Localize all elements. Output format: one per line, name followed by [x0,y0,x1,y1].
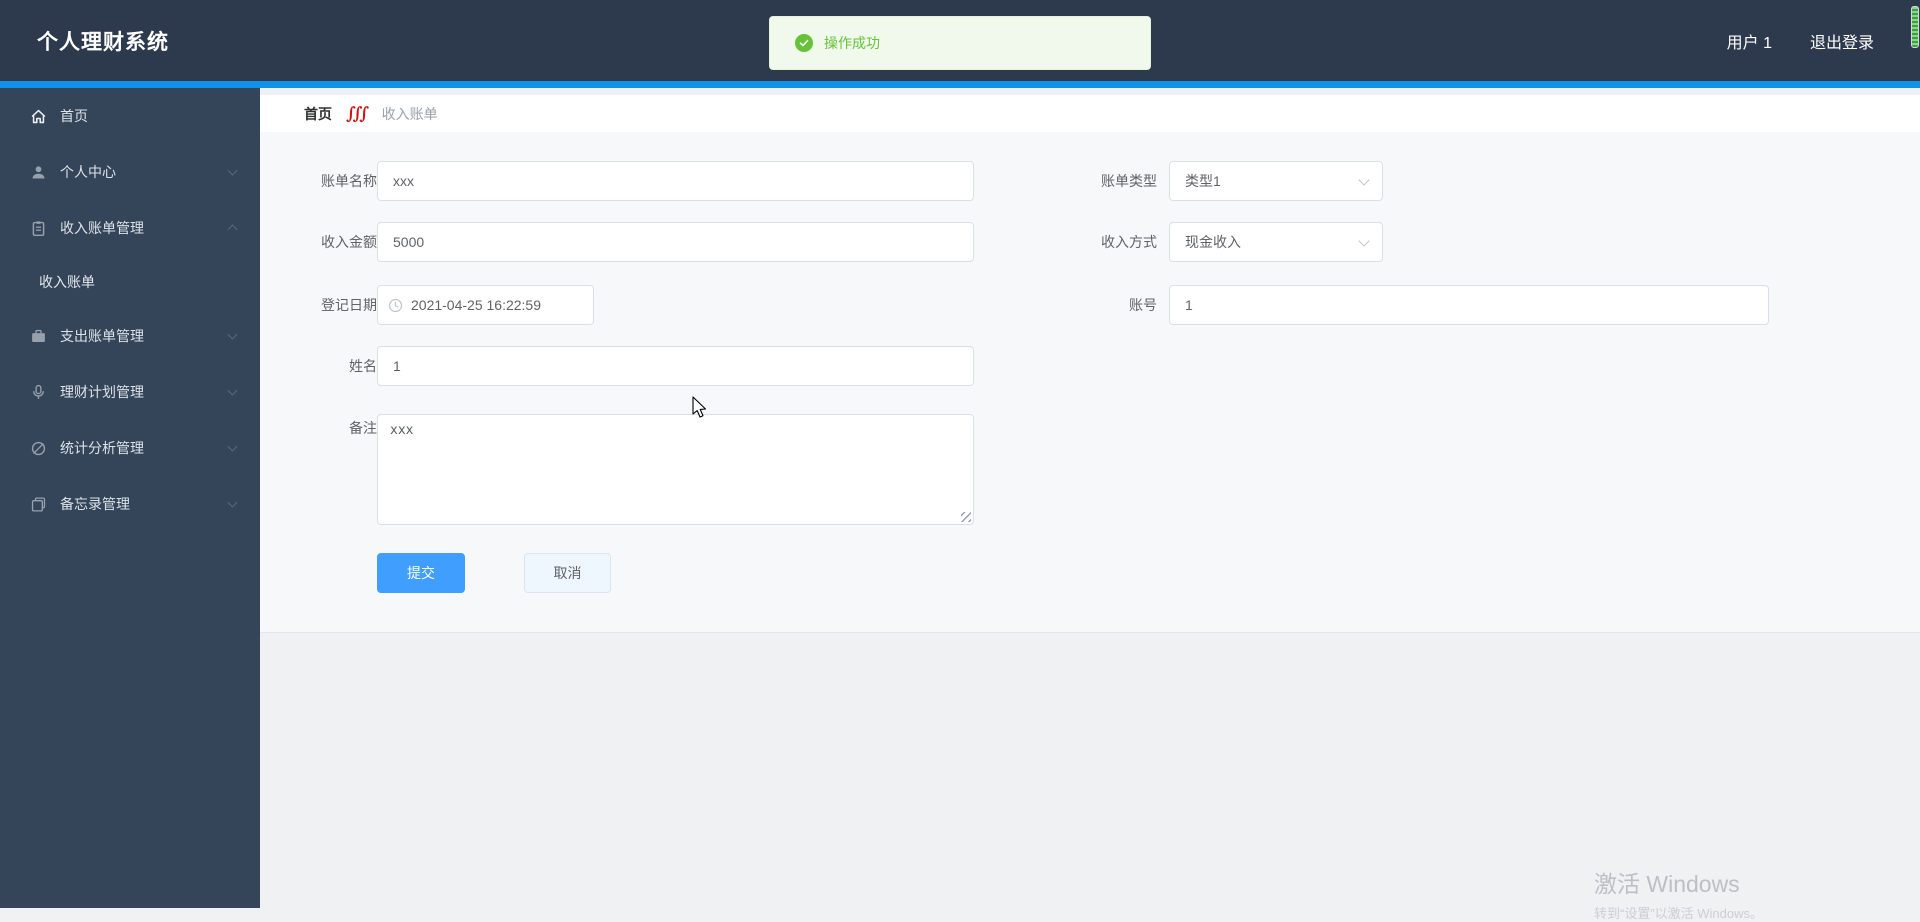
bill-type-label: 账单类型 [1000,161,1157,201]
chevron-down-icon [1358,174,1369,185]
logout-button[interactable]: 退出登录 [1810,29,1874,53]
user-icon [30,164,47,181]
person-name-label: 姓名 [272,346,377,386]
watermark-line2: 转到“设置”以激活 Windows。 [1594,903,1763,922]
chevron-down-icon [228,330,238,340]
sidebar-item-label: 理财计划管理 [60,382,144,402]
sidebar-item-profile[interactable]: 个人中心 [0,144,260,200]
register-date-picker[interactable]: 2021-04-25 16:22:59 [377,285,594,325]
sidebar-item-label: 收入账单管理 [60,218,144,238]
microphone-icon [30,384,47,401]
chevron-down-icon [228,442,238,452]
briefcase-icon [30,328,47,345]
sidebar-item-home[interactable]: 首页 [0,88,260,144]
scrollbar-thumb[interactable] [1911,6,1919,48]
chevron-down-icon [1358,235,1369,246]
breadcrumb-current: 收入账单 [382,104,438,124]
bill-type-value: 类型1 [1185,171,1221,191]
submit-button[interactable]: 提交 [377,553,465,593]
cancel-button[interactable]: 取消 [524,553,611,593]
resize-grip[interactable] [961,512,971,522]
income-method-select[interactable]: 现金收入 [1169,222,1383,262]
sidebar-item-label: 统计分析管理 [60,438,144,458]
sidebar-item-finance-plans[interactable]: 理财计划管理 [0,364,260,420]
sidebar-item-label: 首页 [60,106,88,126]
remark-textarea[interactable]: xxx [377,414,974,525]
income-amount-input[interactable] [377,222,974,262]
pie-chart-icon [30,440,47,457]
chevron-down-icon [228,498,238,508]
sidebar-item-label: 支出账单管理 [60,326,144,346]
income-amount-label: 收入金额 [272,222,377,262]
account-label: 账号 [1000,285,1157,325]
sidebar-subitem-label: 收入账单 [39,272,95,292]
breadcrumb-home[interactable]: 首页 [304,104,332,124]
income-method-value: 现金收入 [1185,232,1241,252]
memo-icon [30,496,47,513]
income-method-label: 收入方式 [1000,222,1157,262]
sidebar-item-label: 个人中心 [60,162,116,182]
remark-field-wrap: xxx [377,414,974,525]
clock-icon [388,298,403,313]
sidebar-subitem-income-bill[interactable]: 收入账单 [0,256,260,308]
main-area: 首页 ∭ 收入账单 账单名称 账单类型 类型1 收入金额 收入方式 现金收入 登… [260,88,1920,908]
header-right: 用户 1 退出登录 [1727,0,1874,81]
gap [260,88,1920,95]
accent-stripe [0,81,1920,88]
register-date-label: 登记日期 [272,285,377,325]
sidebar-item-statistics[interactable]: 统计分析管理 [0,420,260,476]
bill-type-select[interactable]: 类型1 [1169,161,1383,201]
toast-message: 操作成功 [824,33,880,53]
app-title: 个人理财系统 [37,26,169,56]
sidebar-item-income-bills[interactable]: 收入账单管理 [0,200,260,256]
sidebar: 首页 个人中心 收入账单管理 收入账单 支出账单管理 理财计划管理 [0,88,260,908]
windows-watermark: 激活 Windows 转到“设置”以激活 Windows。 [1594,865,1763,922]
chevron-down-icon [228,166,238,176]
sidebar-item-memos[interactable]: 备忘录管理 [0,476,260,532]
account-input[interactable] [1169,285,1769,325]
bill-name-label: 账单名称 [272,161,377,201]
sidebar-item-expense-bills[interactable]: 支出账单管理 [0,308,260,364]
register-date-value: 2021-04-25 16:22:59 [411,297,541,313]
breadcrumb: 首页 ∭ 收入账单 [260,95,1920,132]
success-check-icon [795,34,813,52]
home-icon [30,108,47,125]
success-toast: 操作成功 [769,16,1151,70]
sidebar-item-label: 备忘录管理 [60,494,130,514]
chevron-down-icon [228,386,238,396]
current-user[interactable]: 用户 1 [1727,29,1772,53]
clipboard-icon [30,220,47,237]
watermark-line1: 激活 Windows [1594,865,1763,899]
chevron-up-icon [228,224,238,234]
income-bill-form: 账单名称 账单类型 类型1 收入金额 收入方式 现金收入 登记日期 2021-0… [260,132,1920,633]
remark-label: 备注 [272,408,377,448]
bill-name-input[interactable] [377,161,974,201]
breadcrumb-separator-icon: ∭ [346,104,370,124]
person-name-input[interactable] [377,346,974,386]
